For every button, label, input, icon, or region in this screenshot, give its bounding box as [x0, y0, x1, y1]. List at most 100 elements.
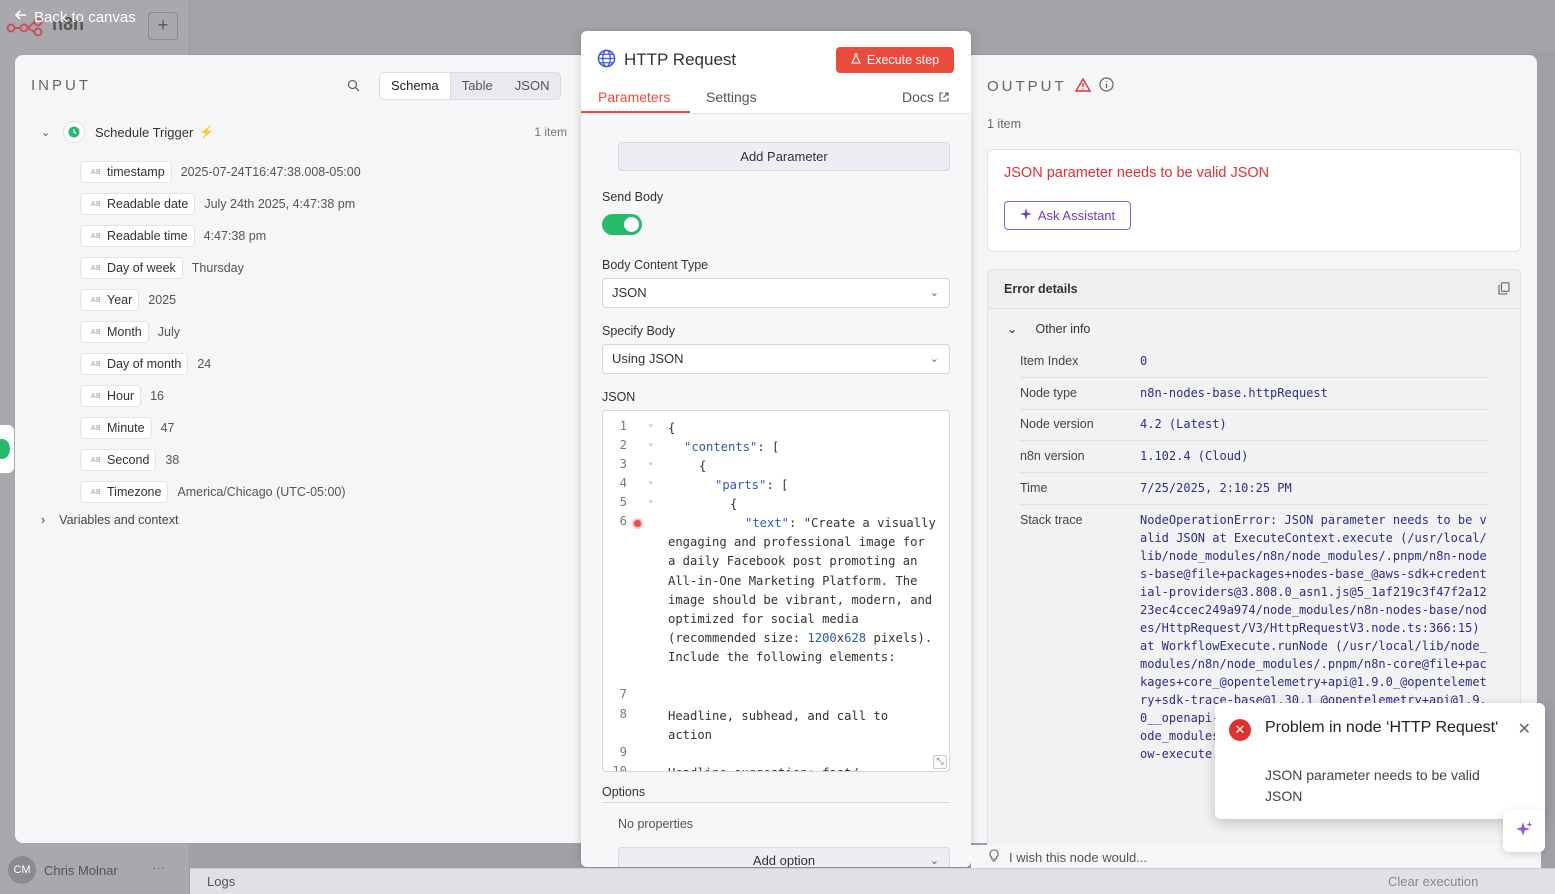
other-info-toggle[interactable]: ⌄ Other info — [1007, 321, 1091, 337]
schema-field: AB Day of week Thursday — [80, 252, 361, 284]
code-text: "parts": [ — [668, 476, 938, 495]
specify-body-select[interactable]: Using JSON ⌄ — [602, 344, 950, 374]
line-number: 10 — [612, 764, 627, 772]
schedule-trigger-row[interactable]: ⌄ Schedule Trigger ⚡ 1 item — [41, 121, 567, 143]
field-value: America/Chicago (UTC-05:00) — [177, 485, 346, 499]
field-pill[interactable]: AB Minute — [80, 417, 152, 439]
no-properties-text: No properties — [618, 817, 694, 831]
string-type-icon: AB — [90, 360, 102, 368]
close-icon[interactable]: ✕ — [1518, 719, 1531, 739]
field-pill[interactable]: AB timestamp — [80, 161, 172, 183]
parameters-body: Add Parameter Send Body Body Content Typ… — [581, 114, 971, 867]
schema-field: AB Readable date July 24th 2025, 4:47:38 p… — [80, 188, 361, 220]
other-info-label: Other info — [1035, 321, 1091, 336]
body-content-type-label: Body Content Type — [602, 258, 709, 272]
field-name: Year — [107, 293, 133, 307]
tab-settings[interactable]: Settings — [706, 89, 757, 105]
clear-execution-button[interactable]: Clear execution — [1388, 874, 1478, 889]
line-number: 4 — [619, 476, 627, 490]
field-pill[interactable]: AB Day of week — [80, 257, 183, 279]
feedback-bar[interactable]: I wish this node would... — [971, 845, 1541, 869]
error-card: JSON parameter needs to be valid JSON As… — [987, 149, 1521, 252]
fold-chevron-icon[interactable]: ⌄ — [648, 438, 653, 448]
error-circle-icon: ✕ — [1229, 719, 1251, 741]
tab-table[interactable]: Table — [451, 73, 504, 99]
code-text: { — [730, 497, 738, 511]
fold-chevron-icon[interactable]: ⌄ — [648, 457, 653, 467]
body-content-type-select[interactable]: JSON ⌄ — [602, 278, 950, 308]
info-icon[interactable] — [1099, 77, 1114, 96]
line-number: 9 — [619, 745, 627, 759]
field-pill[interactable]: AB Month — [80, 321, 149, 343]
schema-field: AB Timezone America/Chicago (UTC-05:00) — [80, 476, 361, 508]
json-key: "text" — [745, 516, 790, 530]
error-marker-icon[interactable] — [632, 518, 643, 529]
field-name: Timezone — [107, 485, 162, 499]
field-pill[interactable]: AB Readable date — [80, 193, 196, 215]
schema-field: AB Minute 47 — [80, 412, 361, 444]
detail-key: Time — [1020, 481, 1048, 495]
detail-row: Node type n8n-nodes-base.httpRequest — [1020, 378, 1488, 410]
tab-json[interactable]: JSON — [504, 73, 561, 99]
toast-title: Problem in node ‘HTTP Request‘ — [1265, 719, 1499, 736]
assistant-sparkle-button[interactable] — [1503, 810, 1545, 852]
string-type-icon: AB — [90, 424, 102, 432]
expand-editor-icon[interactable]: ⤡ — [933, 755, 947, 769]
detail-value: n8n-nodes-base.httpRequest — [1140, 386, 1328, 400]
code-line: 2 ⌄ "contents": [ — [603, 438, 949, 457]
fold-chevron-icon[interactable]: ⌄ — [648, 495, 653, 505]
field-pill[interactable]: AB Timezone — [80, 481, 169, 503]
field-pill[interactable]: AB Second — [80, 449, 157, 471]
docs-link[interactable]: Docs — [902, 89, 949, 105]
field-value: 47 — [160, 421, 175, 435]
search-icon[interactable] — [347, 79, 360, 95]
line-number: 6 — [619, 514, 627, 528]
ask-assistant-button[interactable]: Ask Assistant — [1004, 201, 1131, 230]
schema-field: AB Hour 16 — [80, 380, 361, 412]
sparkle-icon — [1514, 820, 1534, 843]
error-details-header: Error details — [988, 270, 1520, 309]
code-text: "text": "Create a visually engaging and … — [668, 514, 938, 668]
clock-icon — [63, 121, 85, 143]
user-more-icon[interactable]: ··· — [152, 860, 165, 875]
toast-body: JSON parameter needs to be valid JSON — [1265, 767, 1480, 804]
chevron-down-icon[interactable]: ⌄ — [41, 126, 55, 139]
copy-icon[interactable] — [1498, 282, 1510, 298]
code-line: 7 — [603, 687, 949, 706]
fold-chevron-icon[interactable]: ⌄ — [648, 419, 653, 429]
json-code-editor[interactable]: 1 ⌄ { 2 ⌄ "contents": [ 3 ⌄ { 4 ⌄ "parts… — [602, 410, 950, 772]
line-number: 3 — [619, 457, 627, 471]
schema-fields: AB timestamp 2025-07-24T16:47:38.008-05:00… — [80, 156, 361, 508]
back-to-canvas-link[interactable]: Back to canvas — [14, 8, 136, 26]
logs-label[interactable]: Logs — [207, 874, 235, 889]
field-pill[interactable]: AB Hour — [80, 385, 142, 407]
send-body-toggle[interactable] — [602, 214, 642, 235]
divider — [602, 802, 950, 803]
schema-field: AB Readable time 4:47:38 pm — [80, 220, 361, 252]
field-name: timestamp — [107, 165, 165, 179]
json-number: 628 — [844, 631, 867, 646]
add-option-dropdown[interactable]: Add option ⌄ — [618, 847, 950, 867]
detail-value: 0 — [1140, 354, 1148, 368]
field-pill[interactable]: AB Year — [80, 289, 140, 311]
chevron-down-icon: ⌄ — [929, 855, 939, 867]
field-pill[interactable]: AB Readable time — [80, 225, 195, 247]
warning-icon — [1074, 77, 1091, 96]
tab-schema[interactable]: Schema — [380, 73, 451, 99]
execute-step-label: Execute step — [866, 53, 940, 67]
add-parameter-button[interactable]: Add Parameter — [618, 142, 950, 171]
fold-chevron-icon[interactable]: ⌄ — [648, 476, 653, 486]
execute-step-button[interactable]: Execute step — [836, 47, 954, 73]
active-tab-indicator — [581, 111, 690, 113]
external-link-icon — [939, 89, 949, 105]
line-number: 2 — [619, 438, 627, 452]
variables-context-row[interactable]: › Variables and context — [41, 513, 178, 527]
user-menu[interactable]: CM Chris Molnar — [8, 856, 118, 884]
string-type-icon: AB — [90, 296, 102, 304]
detail-value: 1.102.4 (Cloud) — [1140, 449, 1249, 463]
schema-field: AB Year 2025 — [80, 284, 361, 316]
tab-parameters[interactable]: Parameters — [598, 89, 670, 105]
flask-icon — [850, 53, 861, 67]
field-pill[interactable]: AB Day of month — [80, 353, 189, 375]
add-button[interactable]: + — [148, 12, 178, 40]
